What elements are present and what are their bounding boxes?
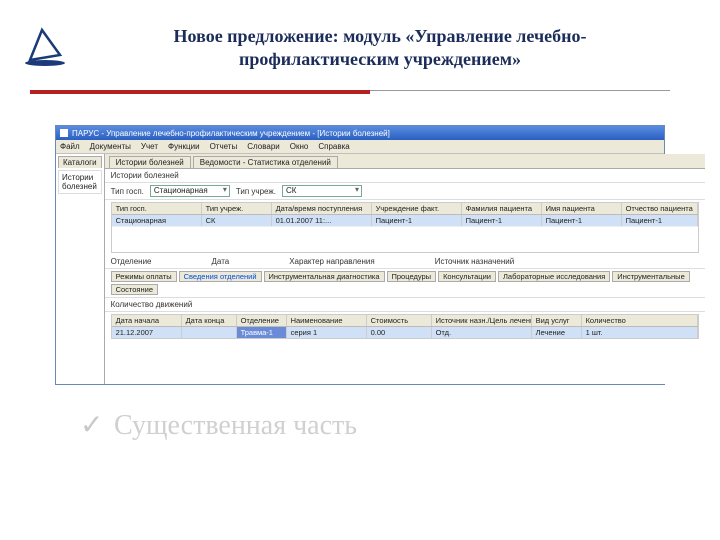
tab-histories[interactable]: Истории болезней bbox=[109, 156, 191, 168]
col-source-goal[interactable]: Источник назн./Цель лечения bbox=[432, 315, 532, 326]
col-date-start[interactable]: Дата начала bbox=[112, 315, 182, 326]
sidebar-item-histories[interactable]: Истории болезней bbox=[58, 170, 102, 194]
menu-window[interactable]: Окно bbox=[290, 142, 309, 151]
subtab-payment[interactable]: Режимы оплаты bbox=[111, 271, 177, 282]
col-patronymic[interactable]: Отчество пациента bbox=[622, 203, 698, 214]
subtab-state[interactable]: Состояние bbox=[111, 284, 158, 295]
col-qty[interactable]: Количество bbox=[582, 315, 698, 326]
inst-type-combo[interactable]: СК bbox=[282, 185, 362, 197]
date-label: Дата bbox=[212, 257, 230, 266]
hosp-type-label: Тип госп. bbox=[111, 187, 144, 196]
table-row[interactable]: 21.12.2007 Травма-1 серия 1 0.00 Отд. Ле… bbox=[112, 327, 698, 338]
col-lastname[interactable]: Фамилия пациента bbox=[462, 203, 542, 214]
col-cost[interactable]: Стоимость bbox=[367, 315, 432, 326]
window-title: ПАРУС - Управление лечебно-профилактичес… bbox=[72, 129, 390, 138]
col-hosp-type[interactable]: Тип госп. bbox=[112, 203, 202, 214]
sub-tabs: Режимы оплаты Сведения отделений Инструм… bbox=[105, 269, 705, 298]
subtab-procedures[interactable]: Процедуры bbox=[387, 271, 437, 282]
col-name[interactable]: Наименование bbox=[287, 315, 367, 326]
app-icon bbox=[60, 129, 68, 137]
subtab-lab[interactable]: Лабораторные исследования bbox=[498, 271, 610, 282]
menu-bar: Файл Документы Учет Функции Отчеты Слова… bbox=[56, 140, 664, 154]
main-tabs: Истории болезней Ведомости - Статистика … bbox=[105, 154, 705, 169]
slide-title: Новое предложение: модуль «Управление ле… bbox=[100, 25, 660, 72]
menu-file[interactable]: Файл bbox=[60, 142, 80, 151]
dept-label: Отделение bbox=[111, 257, 152, 266]
menu-accounting[interactable]: Учет bbox=[141, 142, 158, 151]
watermark: Существенная часть bbox=[80, 410, 357, 442]
col-datetime[interactable]: Дата/время поступления bbox=[272, 203, 372, 214]
watermark-text: Существенная часть bbox=[114, 410, 357, 442]
col-firstname[interactable]: Имя пациента bbox=[542, 203, 622, 214]
subtab-instr-diag[interactable]: Инструментальная диагностика bbox=[264, 271, 385, 282]
source-label: Источник назначений bbox=[435, 257, 514, 266]
subtab-consult[interactable]: Консультации bbox=[438, 271, 496, 282]
menu-dictionaries[interactable]: Словари bbox=[247, 142, 280, 151]
divider bbox=[30, 90, 670, 94]
menu-help[interactable]: Справка bbox=[318, 142, 349, 151]
referral-nature-label: Характер направления bbox=[289, 257, 374, 266]
table-row[interactable]: Стационарная СК 01.01.2007 11:... Пациен… bbox=[112, 215, 698, 226]
slide-logo bbox=[20, 25, 70, 70]
col-service-type[interactable]: Вид услуг bbox=[532, 315, 582, 326]
sidebar: Каталоги Истории болезней bbox=[56, 154, 105, 384]
menu-reports[interactable]: Отчеты bbox=[210, 142, 238, 151]
col-institution[interactable]: Учреждение факт. bbox=[372, 203, 462, 214]
inst-type-label: Тип учреж. bbox=[236, 187, 276, 196]
subtab-instr[interactable]: Инструментальные bbox=[612, 271, 689, 282]
subtab-dept-info[interactable]: Сведения отделений bbox=[179, 271, 262, 282]
col-inst-type[interactable]: Тип учреж. bbox=[202, 203, 272, 214]
patients-grid[interactable]: Тип госп. Тип учреж. Дата/время поступле… bbox=[111, 202, 699, 253]
window-titlebar[interactable]: ПАРУС - Управление лечебно-профилактичес… bbox=[56, 126, 664, 140]
filter-label: Истории болезней bbox=[111, 171, 179, 180]
col-date-end[interactable]: Дата конца bbox=[182, 315, 237, 326]
hosp-type-combo[interactable]: Стационарная bbox=[150, 185, 230, 197]
col-dept[interactable]: Отделение bbox=[237, 315, 287, 326]
app-window: ПАРУС - Управление лечебно-профилактичес… bbox=[55, 125, 665, 385]
check-icon bbox=[80, 416, 104, 436]
sidebar-tab-catalogs[interactable]: Каталоги bbox=[58, 156, 102, 168]
menu-functions[interactable]: Функции bbox=[168, 142, 200, 151]
menu-documents[interactable]: Документы bbox=[90, 142, 131, 151]
tab-statistics[interactable]: Ведомости - Статистика отделений bbox=[193, 156, 338, 168]
movements-label: Количество движений bbox=[111, 300, 193, 309]
movements-grid[interactable]: Дата начала Дата конца Отделение Наимено… bbox=[111, 314, 699, 339]
